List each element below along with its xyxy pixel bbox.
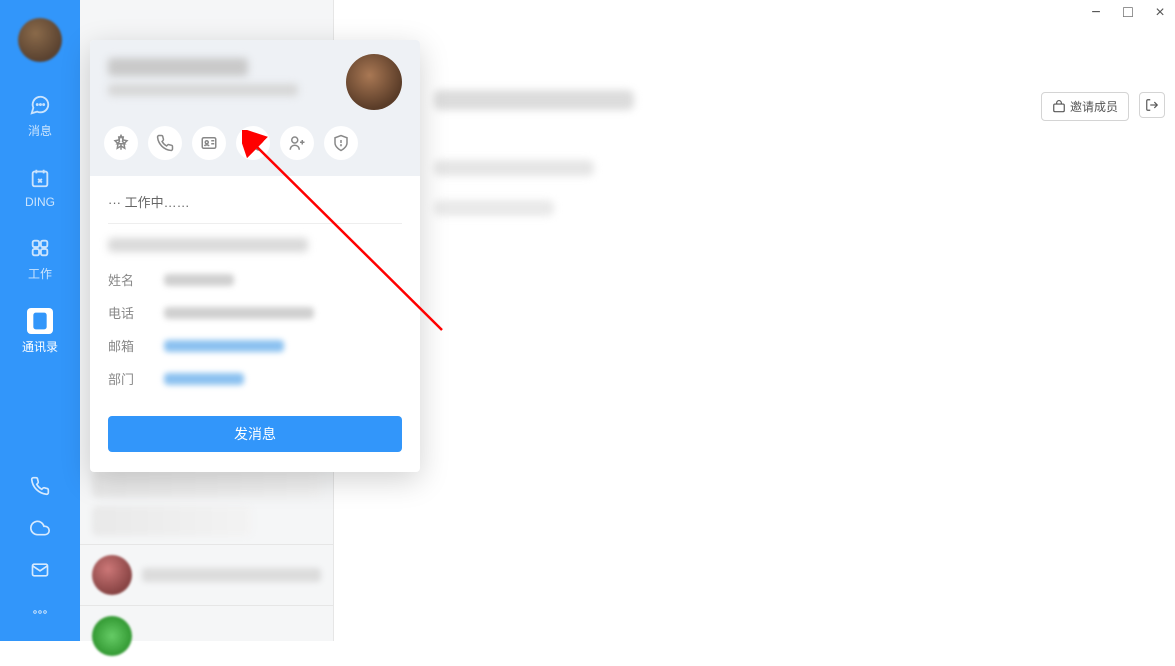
nav-label: 消息	[28, 122, 52, 139]
shield-button[interactable]	[324, 126, 358, 160]
cloud-icon[interactable]	[27, 515, 53, 541]
exit-button[interactable]	[1139, 92, 1165, 118]
nav-label: 工作	[28, 265, 52, 282]
field-label: 部门	[108, 369, 138, 388]
main-panel: − □ × 邀请成员	[334, 0, 1175, 641]
field-label: 姓名	[108, 270, 138, 289]
close-button[interactable]: ×	[1153, 6, 1167, 20]
maximize-button[interactable]: □	[1121, 6, 1135, 20]
profile-header	[90, 40, 420, 114]
contact-name-blurred	[142, 568, 321, 582]
send-message-button[interactable]: 发消息	[108, 416, 402, 452]
contact-avatar	[92, 555, 132, 595]
contact-avatar	[92, 616, 132, 656]
profile-name-blurred	[108, 58, 248, 76]
ding-icon	[27, 165, 53, 191]
profile-subtitle-blurred	[108, 84, 298, 96]
profile-org-blurred	[108, 238, 308, 252]
add-contact-button[interactable]	[280, 126, 314, 160]
field-value-blurred[interactable]	[164, 373, 244, 385]
call-button[interactable]	[148, 126, 182, 160]
field-value-blurred	[164, 307, 314, 319]
mail-icon[interactable]	[27, 557, 53, 583]
field-value-blurred[interactable]	[164, 340, 284, 352]
nav-ding[interactable]: DING	[25, 165, 55, 209]
profile-action-row	[90, 114, 420, 176]
nav-work[interactable]: 工作	[27, 235, 53, 282]
profile-avatar[interactable]	[346, 54, 402, 110]
field-phone: 电话	[108, 303, 402, 322]
phone-icon[interactable]	[27, 473, 53, 499]
more-icon[interactable]	[27, 599, 53, 625]
nav-label: DING	[25, 195, 55, 209]
window-controls: − □ ×	[1089, 6, 1167, 20]
nav-label: 通讯录	[22, 338, 58, 355]
nav-contacts[interactable]: 通讯录	[22, 308, 58, 355]
profile-status: ··· 工作中……	[108, 192, 402, 224]
field-value-blurred	[164, 274, 234, 286]
org-title-blurred	[434, 90, 634, 110]
field-email: 邮箱	[108, 336, 402, 355]
user-avatar[interactable]	[18, 18, 62, 62]
apps-icon	[27, 235, 53, 261]
invite-member-button[interactable]: 邀请成员	[1041, 92, 1129, 121]
list-item[interactable]	[80, 606, 333, 666]
field-name: 姓名	[108, 270, 402, 289]
list-item[interactable]	[80, 545, 333, 605]
org-subtitle-blurred	[434, 160, 594, 176]
field-label: 邮箱	[108, 336, 138, 355]
list-item[interactable]	[92, 506, 252, 536]
star-button[interactable]	[236, 126, 270, 160]
message-icon	[27, 92, 53, 118]
list-item[interactable]	[92, 468, 321, 498]
contacts-icon	[27, 308, 53, 334]
org-subtitle-blurred	[434, 200, 554, 216]
card-button[interactable]	[192, 126, 226, 160]
nav-messages[interactable]: 消息	[27, 92, 53, 139]
invite-member-label: 邀请成员	[1070, 98, 1118, 115]
minimize-button[interactable]: −	[1089, 6, 1103, 20]
left-rail: 消息 DING 工作 通讯录	[0, 0, 80, 641]
profile-body: ··· 工作中…… 姓名 电话 邮箱 部门 发消息	[90, 176, 420, 472]
profile-card: ··· 工作中…… 姓名 电话 邮箱 部门 发消息	[90, 40, 420, 472]
pin-button[interactable]	[104, 126, 138, 160]
status-text: 工作中……	[125, 195, 190, 210]
status-prefix: ···	[108, 195, 121, 210]
field-label: 电话	[108, 303, 138, 322]
field-dept: 部门	[108, 369, 402, 388]
